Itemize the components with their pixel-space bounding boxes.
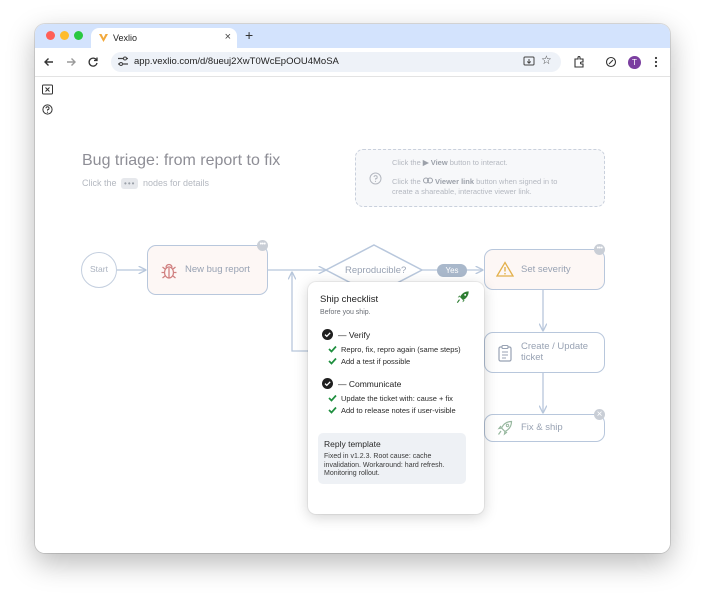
reply-template-box[interactable]: Reply template Fixed in v1.2.3. Root cau…	[318, 433, 466, 484]
bug-icon	[160, 262, 178, 283]
checklist-item-text: Update the ticket with: cause + fix	[341, 394, 453, 403]
close-icon[interactable]: ×	[594, 409, 605, 420]
node-label: New bug report	[185, 264, 250, 275]
node-create-update-ticket[interactable]: Create / Update ticket	[484, 332, 605, 373]
rocket-icon	[456, 290, 470, 309]
tab-strip: Vexlio × +	[35, 24, 670, 48]
vexlio-logo-icon	[98, 32, 109, 45]
side-panel-icon[interactable]	[602, 53, 620, 71]
node-label-line2: ticket	[521, 352, 544, 363]
browser-toolbar: app.vexlio.com/d/8ueuj2XwT0WcEpOOU4MoSA …	[35, 48, 670, 77]
url-text: app.vexlio.com/d/8ueuj2XwT0WcEpOOU4MoSA	[134, 56, 339, 67]
reply-template-body: Fixed in v1.2.3. Root cause: cache inval…	[324, 453, 445, 478]
reload-icon[interactable]	[84, 53, 102, 71]
node-label: Fix & ship	[521, 422, 563, 433]
checkmark-icon	[328, 345, 337, 353]
popover-subtitle: Before you ship.	[320, 309, 371, 316]
node-set-severity[interactable]: Set severity •••	[484, 244, 605, 290]
ship-checklist-popover: Ship checklist Before you ship. — Verify…	[308, 282, 484, 514]
more-options-icon[interactable]: •••	[594, 244, 605, 255]
tab-vexlio[interactable]: Vexlio ×	[91, 28, 237, 48]
more-options-icon[interactable]: •••	[257, 240, 268, 251]
check-circle-icon	[322, 329, 333, 340]
start-node[interactable]: Start	[81, 252, 117, 288]
section-communicate: — Communicate	[322, 378, 401, 389]
reply-template-title: Reply template	[324, 439, 381, 449]
extensions-icon[interactable]	[570, 53, 588, 71]
checkmark-icon	[328, 406, 337, 414]
yes-edge-label: Yes	[437, 264, 467, 277]
site-info-icon[interactable]	[117, 55, 129, 73]
checklist-item: Add a test if possible	[328, 357, 410, 366]
address-bar[interactable]: app.vexlio.com/d/8ueuj2XwT0WcEpOOU4MoSA …	[111, 52, 561, 72]
checklist-item-text: Add a test if possible	[341, 357, 411, 366]
tab-title: Vexlio	[113, 33, 138, 43]
profile-avatar[interactable]: T	[628, 56, 641, 69]
warning-icon	[495, 261, 515, 280]
close-window-button[interactable]	[46, 31, 55, 40]
install-app-icon[interactable]	[523, 55, 535, 73]
clipboard-icon	[497, 344, 513, 365]
forward-arrow-icon[interactable]	[62, 53, 80, 71]
checklist-item: Add to release notes if user-visible	[328, 406, 456, 415]
maximize-window-button[interactable]	[74, 31, 83, 40]
connector-no-loop	[292, 273, 308, 352]
back-arrow-icon[interactable]	[40, 53, 58, 71]
bookmark-star-icon[interactable]: ☆	[541, 53, 552, 67]
minimize-window-button[interactable]	[60, 31, 69, 40]
checklist-item: Update the ticket with: cause + fix	[328, 394, 453, 403]
section-verify: — Verify	[322, 329, 370, 340]
node-reproducible-label: Reproducible?	[345, 265, 407, 276]
node-fix-ship[interactable]: Fix & ship ×	[484, 409, 605, 442]
checkmark-icon	[328, 394, 337, 402]
checkmark-icon	[328, 357, 337, 365]
node-label: Create / Update ticket	[521, 341, 588, 363]
diagram-canvas: Bug triage: from report to fix Click the…	[35, 77, 670, 553]
checklist-item-text: Add to release notes if user-visible	[341, 406, 456, 415]
new-tab-button[interactable]: +	[245, 27, 253, 43]
rocket-icon	[497, 420, 513, 439]
popover-title: Ship checklist	[320, 294, 379, 305]
node-new-bug-report[interactable]: New bug report •••	[147, 240, 268, 295]
browser-window: Vexlio × + app.vexlio.com/d/8ueuj2XwT0Wc…	[35, 24, 670, 553]
close-tab-icon[interactable]: ×	[225, 31, 231, 43]
section-heading: — Communicate	[338, 379, 402, 389]
section-heading: — Verify	[338, 330, 371, 340]
browser-menu-icon[interactable]	[647, 53, 665, 71]
node-label: Set severity	[521, 264, 571, 275]
node-label-line1: Create / Update	[521, 341, 589, 352]
checklist-item-text: Repro, fix, repro again (same steps)	[341, 345, 461, 354]
check-circle-icon	[322, 378, 333, 389]
checklist-item: Repro, fix, repro again (same steps)	[328, 345, 461, 354]
